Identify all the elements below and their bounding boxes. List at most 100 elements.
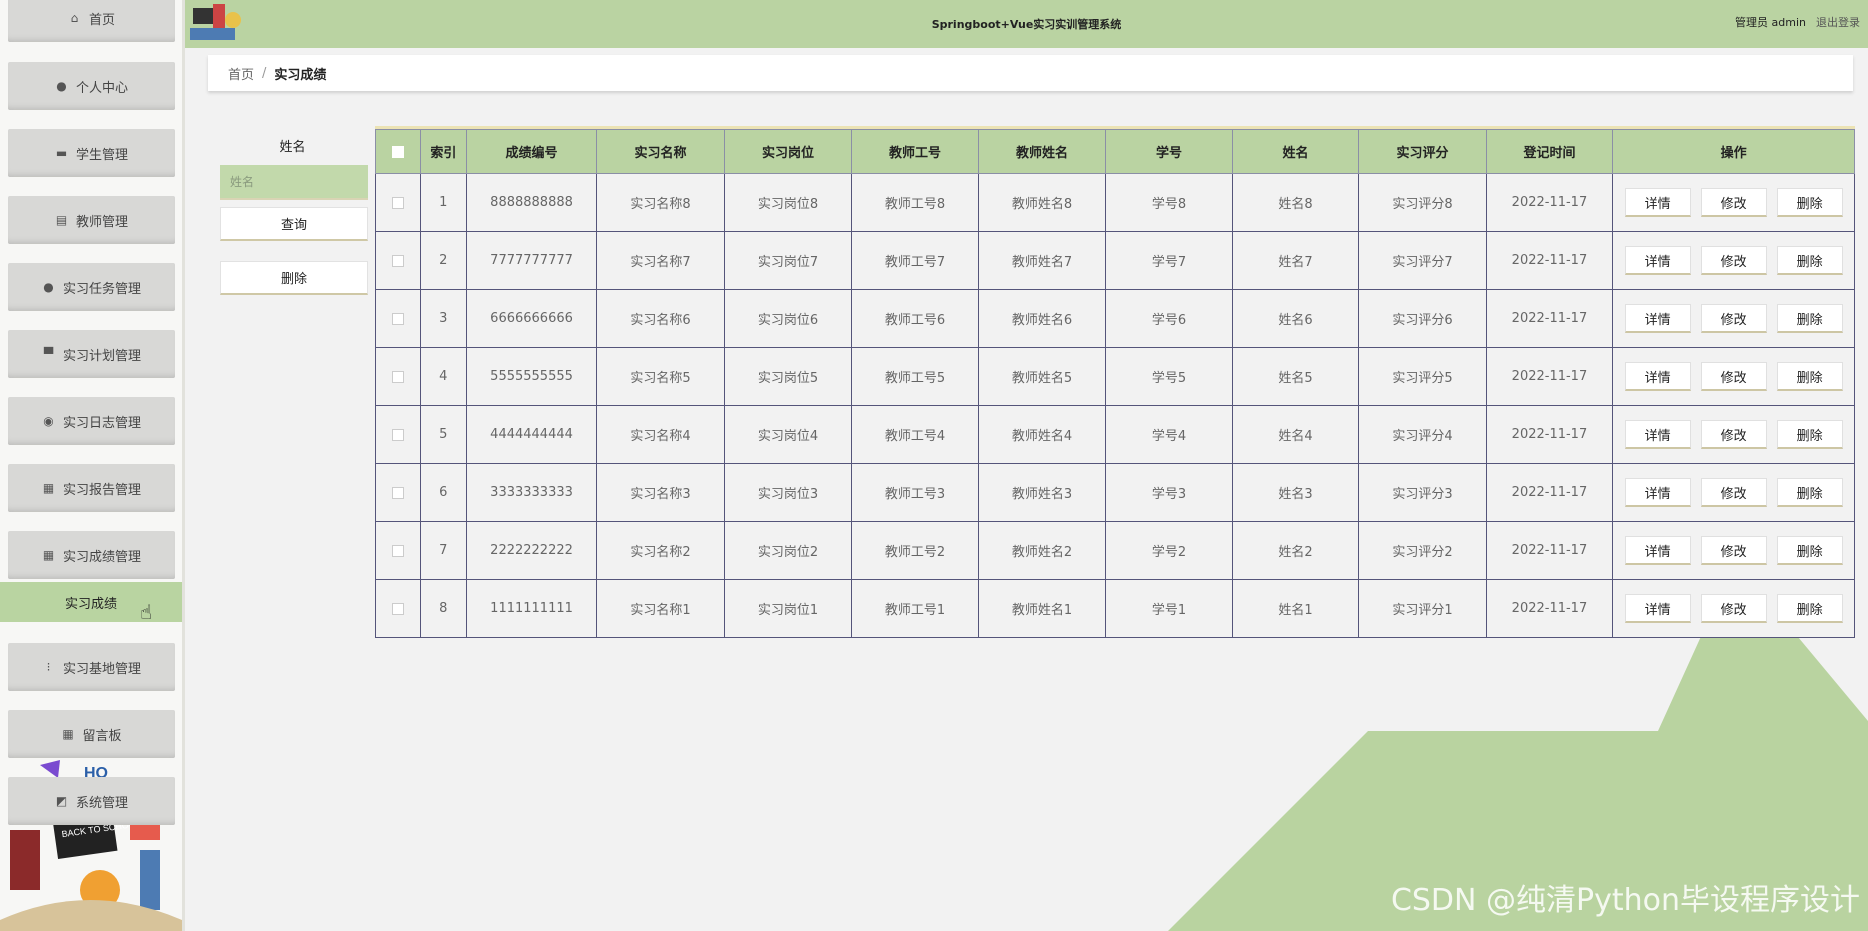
chart-icon: ◩ [55,794,68,808]
delete-button[interactable]: 删除 [1776,362,1843,391]
user-icon: ● [43,280,54,294]
sidebar-item-label: 学生管理 [75,147,128,163]
row-checkbox[interactable] [375,173,421,232]
row-checkbox[interactable] [375,347,421,406]
table-cell: 学号5 [1105,347,1233,406]
sidebar-item-plans[interactable]: ▀ 实习计划管理 [8,330,175,378]
sidebar-item-home[interactable]: ⌂ 首页 [8,0,175,42]
delete-button[interactable]: 删除 [1776,594,1843,623]
grid-icon: ▦ [62,727,74,741]
table-cell: 2022-11-17 [1485,231,1614,290]
table-cell: 教师姓名5 [977,347,1107,406]
delete-button[interactable]: 删除 [1776,420,1843,449]
table-cell: 实习岗位1 [723,579,853,638]
delete-button[interactable]: 删除 [1776,478,1843,507]
detail-button[interactable]: 详情 [1624,304,1691,333]
sidebar-item-system[interactable]: ◩ 系统管理 [8,777,175,825]
column-header: 成绩编号 [465,129,598,174]
edit-button[interactable]: 修改 [1700,478,1767,507]
table-row: 7 2222222222 实习名称2 实习岗位2 教师工号2 教师姓名2 学号2 姓名2 实习评… [375,521,1855,580]
breadcrumb-current: 实习成绩 [274,67,327,83]
edit-button[interactable]: 修改 [1700,246,1767,275]
sidebar-item-reports[interactable]: ▦ 实习报告管理 [8,464,175,512]
table-cell: 实习评分6 [1358,289,1487,348]
detail-button[interactable]: 详情 [1624,246,1691,275]
table-cell: 学号8 [1105,173,1233,232]
top-header: Springboot+Vue实习实训管理系统 管理员 admin 退出登录 [185,0,1868,48]
sidebar-item-grades[interactable]: ▦ 实习成绩管理 [8,531,175,579]
sidebar-item-students[interactable]: ▬ 学生管理 [8,129,175,177]
sidebar-item-label: 留言板 [82,728,122,744]
table-cell: 实习评分7 [1358,231,1487,290]
column-header: 教师工号 [851,129,979,174]
search-name-input[interactable] [220,165,368,200]
row-checkbox[interactable] [375,579,421,638]
table-cell: 学号1 [1105,579,1233,638]
sidebar-item-label: 教师管理 [75,214,128,230]
edit-button[interactable]: 修改 [1700,304,1767,333]
table-cell: 实习岗位6 [723,289,853,348]
delete-button[interactable]: 删除 [1776,304,1843,333]
table-cell: 教师姓名3 [977,463,1107,522]
apps-icon: ⁝ [46,660,51,674]
table-cell: 4 [419,347,467,406]
row-checkbox[interactable] [375,521,421,580]
table-cell: 6666666666 [465,289,598,348]
delete-button[interactable]: 删除 [1776,188,1843,217]
detail-button[interactable]: 详情 [1624,478,1691,507]
table-cell: 实习名称7 [596,231,725,290]
table-cell: 2 [419,231,467,290]
query-button[interactable]: 查询 [220,207,368,241]
sidebar-item-label: 实习计划管理 [62,348,141,364]
table-cell: 2022-11-17 [1485,289,1614,348]
table-cell: 实习评分4 [1358,405,1487,464]
grid-icon: ▦ [42,481,55,495]
breadcrumb-home[interactable]: 首页 [228,64,254,83]
sidebar-item-messages[interactable]: ▦ 留言板 [8,710,175,758]
table-header-row: 索引 成绩编号 实习名称 实习岗位 教师工号 教师姓名 学号 姓名 实习评分 登… [375,129,1855,174]
edit-button[interactable]: 修改 [1700,420,1767,449]
column-header: 教师姓名 [977,129,1107,174]
detail-button[interactable]: 详情 [1624,594,1691,623]
sidebar-item-profile[interactable]: ● 个人中心 [8,62,175,110]
table-cell: 2022-11-17 [1485,521,1614,580]
location-icon: ◉ [43,414,54,428]
edit-button[interactable]: 修改 [1700,188,1767,217]
table-cell: 2022-11-17 [1485,173,1614,232]
row-checkbox[interactable] [375,231,421,290]
edit-button[interactable]: 修改 [1700,362,1767,391]
sidebar-item-teachers[interactable]: ▤ 教师管理 [8,196,175,244]
sidebar: ⌂ 首页 ● 个人中心 ▬ 学生管理 ▤ 教师管理 ● 实习任务管理 ▀ 实习计… [0,0,185,931]
detail-button[interactable]: 详情 [1624,536,1691,565]
table-cell: 姓名2 [1231,521,1360,580]
table-cell: 实习名称8 [596,173,725,232]
row-checkbox[interactable] [375,289,421,348]
edit-button[interactable]: 修改 [1700,536,1767,565]
delete-button[interactable]: 删除 [1776,246,1843,275]
table-cell: 学号3 [1105,463,1233,522]
table-cell: 实习评分1 [1358,579,1487,638]
row-checkbox[interactable] [375,405,421,464]
sidebar-item-label: 实习报告管理 [62,482,141,498]
breadcrumb: 首页 / 实习成绩 [208,55,1853,91]
logout-link[interactable]: 退出登录 [1816,14,1860,30]
detail-button[interactable]: 详情 [1624,420,1691,449]
sidebar-item-bases[interactable]: ⁝ 实习基地管理 [8,643,175,691]
row-actions: 详情 修改 删除 [1612,405,1855,464]
detail-button[interactable]: 详情 [1624,188,1691,217]
table-cell: 姓名3 [1231,463,1360,522]
edit-button[interactable]: 修改 [1700,594,1767,623]
sidebar-subitem-grades-active[interactable]: 实习成绩 [0,582,182,622]
select-all-checkbox[interactable] [375,129,421,174]
sidebar-item-logs[interactable]: ◉ 实习日志管理 [8,397,175,445]
detail-button[interactable]: 详情 [1624,362,1691,391]
document-icon: ▤ [55,213,68,227]
batch-delete-button[interactable]: 删除 [220,261,368,295]
table-cell: 2022-11-17 [1485,405,1614,464]
delete-button[interactable]: 删除 [1776,536,1843,565]
row-checkbox[interactable] [375,463,421,522]
user-icon: ● [56,79,67,93]
sidebar-subitem-label: 实习成绩 [64,596,117,612]
table-cell: 教师工号1 [851,579,979,638]
sidebar-item-tasks[interactable]: ● 实习任务管理 [8,263,175,311]
